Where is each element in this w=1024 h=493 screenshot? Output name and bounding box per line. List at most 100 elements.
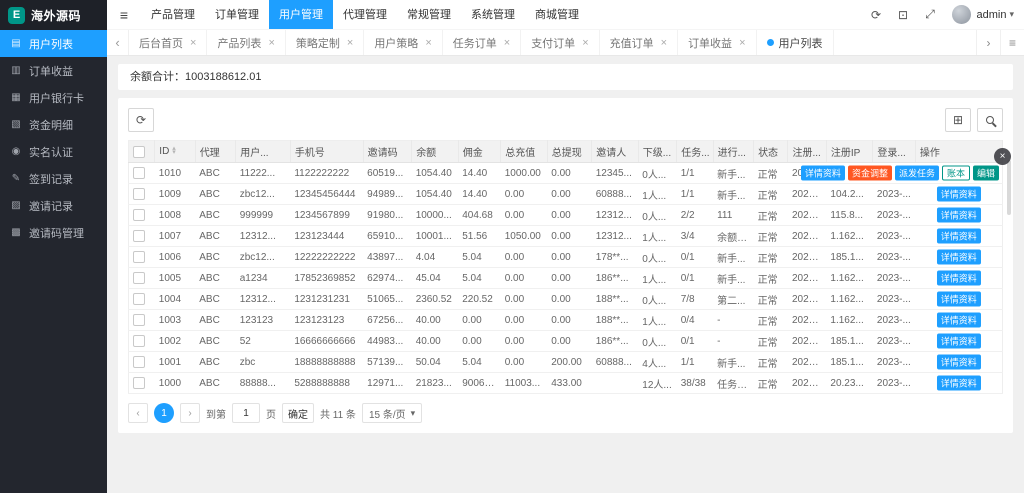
tab-close-icon[interactable]: × <box>347 37 353 49</box>
page-size-select[interactable]: 15 条/页 ▾ <box>361 403 423 423</box>
tabs-scroll-right-button[interactable]: › <box>976 30 1000 55</box>
tab-5[interactable]: 任务订单 × <box>443 30 522 55</box>
search-button[interactable] <box>977 108 1003 132</box>
column-header-subs[interactable]: 下级... <box>638 140 678 163</box>
detail-button[interactable]: 详情资料 <box>936 249 981 265</box>
fullscreen-icon[interactable]: ⤢ <box>917 7 944 22</box>
tab-3[interactable]: 策略定制 × <box>286 30 365 55</box>
column-header-reg_time[interactable]: 注册... <box>787 140 827 163</box>
column-header-phone[interactable]: 手机号 <box>290 140 364 163</box>
sidebar-item-5[interactable]: ◉ 实名认证 <box>0 138 107 165</box>
sidebar-item-2[interactable]: ▥ 订单收益 <box>0 57 107 84</box>
column-header-status[interactable]: 状态 <box>753 140 789 163</box>
nav-item-5[interactable]: 常规管理 <box>397 0 461 29</box>
detail-button[interactable]: 详情资料 <box>800 165 845 181</box>
tab-1[interactable]: 后台首页 × <box>129 30 208 55</box>
select-all-checkbox[interactable] <box>133 145 145 158</box>
fund-adjust-button[interactable]: 资金调整 <box>847 165 892 181</box>
column-header-commission[interactable]: 佣金 <box>458 140 502 163</box>
tab-close-icon[interactable]: × <box>504 37 510 49</box>
refresh-button[interactable]: ⟳ <box>128 108 154 132</box>
column-header-login_time[interactable]: 登录... <box>872 140 916 163</box>
hamburger-icon[interactable]: ≡ <box>107 7 141 23</box>
detail-button[interactable]: 详情资料 <box>936 354 981 370</box>
tab-7[interactable]: 充值订单 × <box>600 30 679 55</box>
chevron-down-icon[interactable]: ▾ <box>1009 9 1014 20</box>
column-header-progress[interactable]: 进行... <box>713 140 755 163</box>
row-checkbox[interactable] <box>133 209 145 221</box>
row-checkbox[interactable] <box>133 293 145 305</box>
nav-item-2[interactable]: 订单管理 <box>205 0 269 29</box>
nav-item-4[interactable]: 代理管理 <box>333 0 397 29</box>
tab-8[interactable]: 订单收益 × <box>678 30 757 55</box>
prev-page-button[interactable]: ‹ <box>128 403 148 423</box>
tab-9[interactable]: 用户列表 <box>757 30 834 55</box>
sort-icon[interactable]: ▴ ▾ <box>172 145 176 156</box>
username[interactable]: admin <box>977 9 1007 21</box>
row-checkbox[interactable] <box>133 167 145 179</box>
nav-item-1[interactable]: 产品管理 <box>141 0 205 29</box>
refresh-icon[interactable]: ⟳ <box>863 8 890 22</box>
detail-button[interactable]: 详情资料 <box>936 270 981 286</box>
nav-item-6[interactable]: 系统管理 <box>461 0 525 29</box>
next-page-button[interactable]: › <box>180 403 200 423</box>
columns-button[interactable]: ⊞ <box>945 108 971 132</box>
tab-close-icon[interactable]: × <box>739 37 745 49</box>
column-header-user[interactable]: 用户... <box>235 140 291 163</box>
nav-item-3[interactable]: 用户管理 <box>269 0 333 29</box>
sidebar-item-8[interactable]: ▩ 邀请码管理 <box>0 219 107 246</box>
tab-close-icon[interactable]: × <box>582 37 588 49</box>
column-header-actions[interactable]: 操作 <box>915 140 1004 163</box>
row-checkbox[interactable] <box>133 230 145 242</box>
detail-button[interactable]: 详情资料 <box>936 207 981 223</box>
row-checkbox[interactable] <box>133 356 145 368</box>
row-checkbox[interactable] <box>133 272 145 284</box>
column-header-balance[interactable]: 余额 <box>411 140 459 163</box>
detail-button[interactable]: 详情资料 <box>936 333 981 349</box>
goto-page-input[interactable] <box>232 403 260 423</box>
row-checkbox[interactable] <box>133 251 145 263</box>
detail-button[interactable]: 详情资料 <box>936 228 981 244</box>
column-header-recharge[interactable]: 总充值 <box>500 140 548 163</box>
detail-button[interactable]: 详情资料 <box>936 186 981 202</box>
tabs-scroll-left-button[interactable]: ‹ <box>107 30 129 55</box>
tab-close-icon[interactable]: × <box>268 37 274 49</box>
row-checkbox[interactable] <box>133 335 145 347</box>
sidebar-item-6[interactable]: ✎ 签到记录 <box>0 165 107 192</box>
row-checkbox[interactable] <box>133 188 145 200</box>
column-header-reg_ip[interactable]: 注册IP <box>826 140 874 163</box>
column-header-tasks[interactable]: 任务... <box>676 140 714 163</box>
sidebar-item-1[interactable]: ▤ 用户列表 <box>0 30 107 57</box>
detail-button[interactable]: 详情资料 <box>936 312 981 328</box>
tab-close-icon[interactable]: × <box>425 37 431 49</box>
clear-cache-icon[interactable]: ⊡ <box>890 8 917 22</box>
tab-4[interactable]: 用户策略 × <box>364 30 443 55</box>
tab-6[interactable]: 支付订单 × <box>521 30 600 55</box>
ledger-button[interactable]: 账本 <box>941 165 970 181</box>
detail-button[interactable]: 详情资料 <box>936 291 981 307</box>
sidebar-item-7[interactable]: ▨ 邀请记录 <box>0 192 107 219</box>
close-icon[interactable]: × <box>994 148 1011 165</box>
nav-item-7[interactable]: 商城管理 <box>525 0 589 29</box>
tab-close-icon[interactable]: × <box>661 37 667 49</box>
sidebar-item-4[interactable]: ▧ 资金明细 <box>0 111 107 138</box>
table-scrollbar[interactable] <box>1007 160 1011 215</box>
current-page-button[interactable]: 1 <box>154 403 174 423</box>
column-header-invite_code[interactable]: 邀请码 <box>363 140 413 163</box>
avatar[interactable] <box>951 5 971 24</box>
app-logo[interactable]: E 海外源码 <box>0 0 107 30</box>
column-header-id[interactable]: ID ▴ ▾ <box>154 140 196 163</box>
row-checkbox[interactable] <box>133 314 145 326</box>
tab-close-icon[interactable]: × <box>190 37 196 49</box>
detail-button[interactable]: 详情资料 <box>936 375 981 391</box>
dispatch-task-button[interactable]: 派发任务 <box>894 165 939 181</box>
sidebar-item-3[interactable]: ▦ 用户银行卡 <box>0 84 107 111</box>
row-checkbox[interactable] <box>133 377 145 389</box>
column-header-inviter[interactable]: 邀请人 <box>591 140 639 163</box>
tabs-menu-icon[interactable]: ≡ <box>1000 30 1024 55</box>
edit-button[interactable]: 编辑 <box>972 165 999 181</box>
tab-2[interactable]: 产品列表 × <box>207 30 286 55</box>
column-header-agent[interactable]: 代理 <box>195 140 237 163</box>
confirm-button[interactable]: 确定 <box>282 403 314 423</box>
column-header-withdraw[interactable]: 总提现 <box>547 140 593 163</box>
